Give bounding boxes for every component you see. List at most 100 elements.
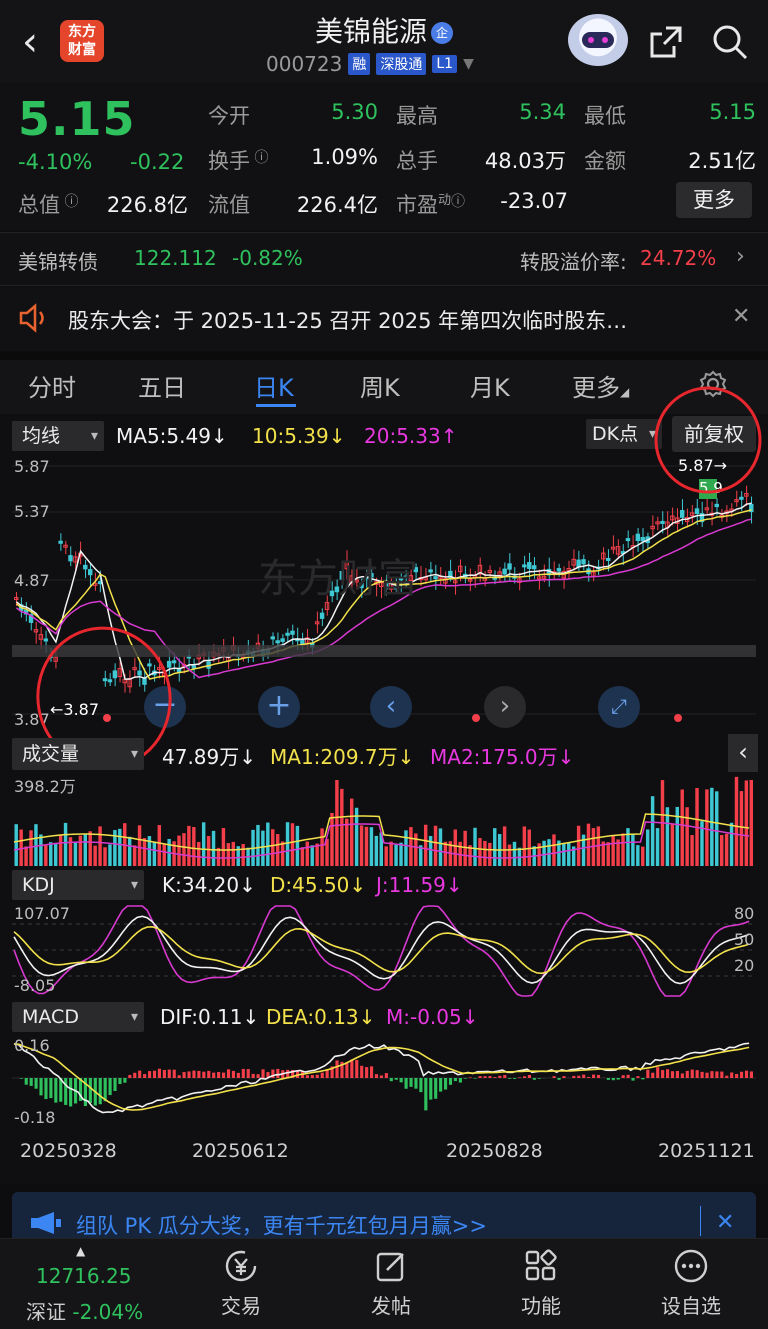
macd-bar [552,1076,556,1078]
volume-bar [58,834,63,866]
volume-ma1: MA1:209.7万↓ [270,745,415,769]
macd-selector[interactable]: MACD [12,1002,144,1032]
volume-bar [340,788,344,866]
macd-bar [370,1066,374,1078]
volume-bar [359,825,364,866]
premium-value: 24.72% [640,246,717,270]
macd-bar [419,1078,423,1093]
macd-bar [439,1078,443,1092]
mcap-value: 226.8亿 [106,193,188,217]
macd-bar [113,1078,117,1091]
macd-bar [666,1069,670,1078]
volume-bar [177,835,181,866]
macd-bar [404,1078,408,1089]
macd-bar [429,1078,433,1100]
macd-bar [493,1077,497,1078]
macd-bar [261,1069,265,1078]
kdj-axis-bottom: -8.05 [14,976,56,995]
volume-bar [522,826,527,866]
close-icon[interactable]: ✕ [732,304,750,329]
mcap-label: 总值 ⓘ [18,193,79,217]
volume-bar [137,825,142,866]
info-icon[interactable]: ⓘ [60,194,78,210]
kdj-level-80: 80 [734,904,755,923]
macd-bar [192,1070,196,1078]
volume-bar [275,834,280,866]
macd-bar [98,1078,102,1105]
more-button[interactable]: 更多 [676,182,752,218]
volume-bar [739,791,744,866]
volume-bar [547,839,551,866]
index-pct: -2.04% [72,1300,144,1324]
kdj-axis-top: 107.07 [14,904,70,923]
nav-functions[interactable]: 功能 [496,1248,586,1319]
kdj-selector[interactable]: KDJ [12,870,144,900]
float-value: 226.4亿 [296,193,378,217]
level-tag: L1 [432,55,458,73]
date-label: 20250828 [446,1140,543,1162]
volume-bar [34,824,38,866]
macd-bar [631,1078,635,1081]
macd-bar [488,1076,492,1078]
macd-bar [483,1076,487,1078]
close-banner-icon[interactable]: ✕ [716,1210,734,1235]
macd-bar [463,1078,467,1079]
macd-bar [646,1069,650,1078]
volume-bar [49,842,53,866]
bond-pct: -0.82% [232,246,303,270]
volume-bar [729,822,734,866]
chevron-right-icon[interactable]: › [736,244,745,269]
kdj-level-20: 20 [734,956,755,975]
volume-bar [552,834,556,866]
macd-bar [557,1078,561,1080]
search-icon[interactable] [710,22,750,62]
volume-bar [685,807,689,866]
volume-bar [443,841,448,866]
volume-bar [285,822,290,866]
index-line[interactable]: 深证 -2.04% [26,1296,143,1325]
share-icon[interactable] [646,22,686,62]
macd-bar [187,1071,191,1078]
volume-bar [463,830,467,866]
volume-bar [724,833,729,866]
nav-trade[interactable]: 交易 [196,1248,286,1319]
macd-bar [661,1070,665,1078]
macd-bar [231,1070,235,1078]
divider [700,1206,701,1236]
macd-bar [236,1072,240,1078]
robot-assistant-icon[interactable] [568,14,628,66]
volume-bar [567,843,571,866]
info-icon[interactable]: ⓘ [250,150,268,166]
macd-bar [715,1071,719,1078]
volume-bar [744,780,749,866]
nav-watchlist[interactable]: 设自选 [646,1248,736,1319]
volume-bar [256,824,260,866]
volume-bar [641,846,645,866]
volume-bar [88,831,92,866]
index-value[interactable]: 12716.25 [36,1264,131,1288]
volume-bar [226,843,231,866]
macd-bar [592,1074,596,1078]
macd-bar [172,1069,176,1078]
volume-bar [315,843,319,866]
stock-code-line[interactable]: 000723 融 深股通 L1 ▼ [266,52,474,76]
volume-bar [710,787,714,866]
macd-bar [434,1078,438,1099]
nav-post-label: 发帖 [371,1294,411,1318]
open-label: 今开 [208,104,250,128]
macd-m: M:-0.05↓ [386,1005,479,1029]
macd-bar [64,1078,68,1105]
volume-bar [576,825,581,866]
low-value: 5.15 [709,100,756,124]
date-label: 20251121 [658,1140,755,1162]
volume-svg [13,776,753,866]
nav-post[interactable]: 发帖 [346,1248,436,1319]
volume-bar [369,827,374,866]
volume-bar [295,825,300,866]
info-icon[interactable]: ⓘ [451,194,465,210]
collapse-panel-icon[interactable]: ‹ [728,734,758,772]
volume-selector[interactable]: 成交量 [12,738,144,770]
volume-bar [655,828,660,866]
volume-bar [680,789,684,866]
macd-bar [108,1078,112,1096]
